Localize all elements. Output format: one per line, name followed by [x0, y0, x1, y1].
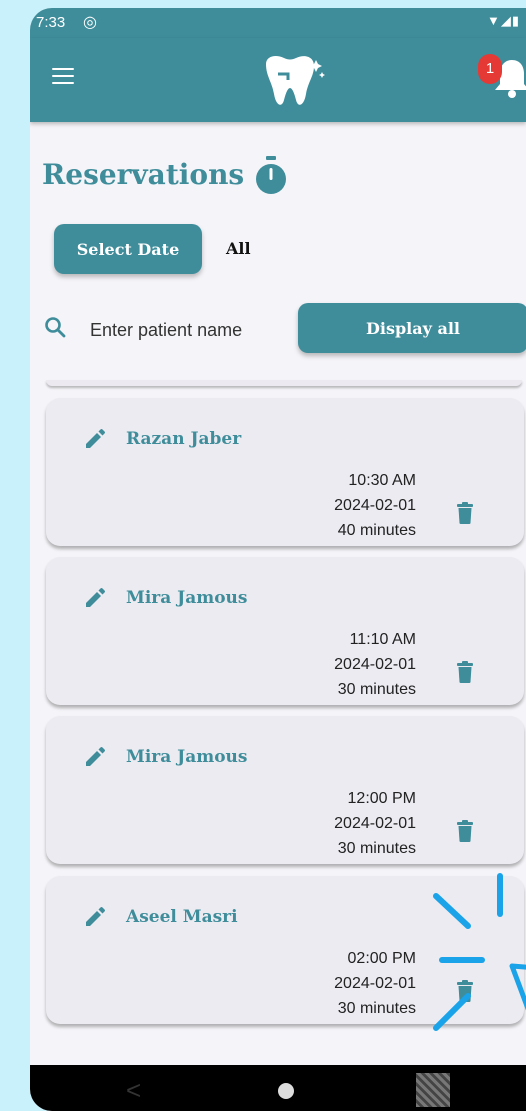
trash-icon[interactable] [457, 502, 473, 524]
trash-icon[interactable] [457, 661, 473, 683]
current-filter-label: All [226, 239, 251, 258]
patient-name: Aseel Masri [126, 907, 238, 927]
select-date-button[interactable]: Select Date [54, 224, 202, 274]
reservation-duration: 30 minutes [337, 840, 416, 857]
edit-pencil-icon[interactable] [84, 746, 106, 768]
patient-name: Razan Jaber [126, 429, 242, 449]
system-nav-bar: < [30, 1065, 526, 1111]
notification-badge: 1 [478, 54, 502, 84]
tooth-logo-icon [266, 56, 325, 105]
reservation-time: 11:10 AM [349, 631, 416, 648]
tap-indicator-overlay [433, 873, 526, 1031]
reservation-time: 10:30 AM [348, 472, 416, 489]
reservation-duration: 40 minutes [337, 522, 416, 539]
menu-icon[interactable] [52, 68, 74, 84]
app-bar: 1 [30, 38, 526, 122]
stopwatch-icon [256, 156, 286, 194]
patient-search-input[interactable] [88, 314, 292, 346]
signal-battery-icons: ▼◢▮ [486, 13, 520, 28]
reservation-date: 2024-02-01 [334, 497, 416, 514]
reservation-card[interactable]: Razan Jaber 10:30 AM 2024-02-01 40 minutes [46, 398, 524, 546]
edit-pencil-icon[interactable] [84, 428, 106, 450]
search-icon [45, 317, 66, 338]
status-time: 7:33 [36, 14, 66, 31]
reservation-date: 2024-02-01 [334, 815, 416, 832]
reservation-date: 2024-02-01 [334, 656, 416, 673]
page-title: Reservations [42, 158, 245, 191]
trash-icon[interactable] [457, 820, 473, 842]
status-bar: 7:33 ◎ ▼◢▮ [30, 8, 526, 38]
recent-apps-icon[interactable] [416, 1073, 450, 1107]
edit-pencil-icon[interactable] [84, 587, 106, 609]
reservation-time: 12:00 PM [347, 790, 416, 807]
reservation-duration: 30 minutes [337, 1000, 416, 1017]
reservation-card[interactable]: Mira Jamous 11:10 AM 2024-02-01 30 minutes [46, 557, 524, 705]
phone-screen: 7:33 ◎ ▼◢▮ 1 Reservations Select Date Al… [30, 8, 526, 1111]
reservation-card[interactable]: Mira Jamous 12:00 PM 2024-02-01 30 minutes [46, 716, 524, 864]
scrolled-card-edge [46, 380, 522, 386]
reservation-duration: 30 minutes [337, 681, 416, 698]
sync-icon: ◎ [83, 14, 97, 31]
reservation-time: 02:00 PM [347, 950, 416, 967]
display-all-button[interactable]: Display all [298, 303, 526, 353]
patient-name: Mira Jamous [126, 588, 248, 608]
edit-pencil-icon[interactable] [84, 906, 106, 928]
patient-name: Mira Jamous [126, 747, 248, 767]
home-icon[interactable] [278, 1083, 294, 1099]
reservation-date: 2024-02-01 [334, 975, 416, 992]
back-icon[interactable]: < [126, 1075, 141, 1106]
